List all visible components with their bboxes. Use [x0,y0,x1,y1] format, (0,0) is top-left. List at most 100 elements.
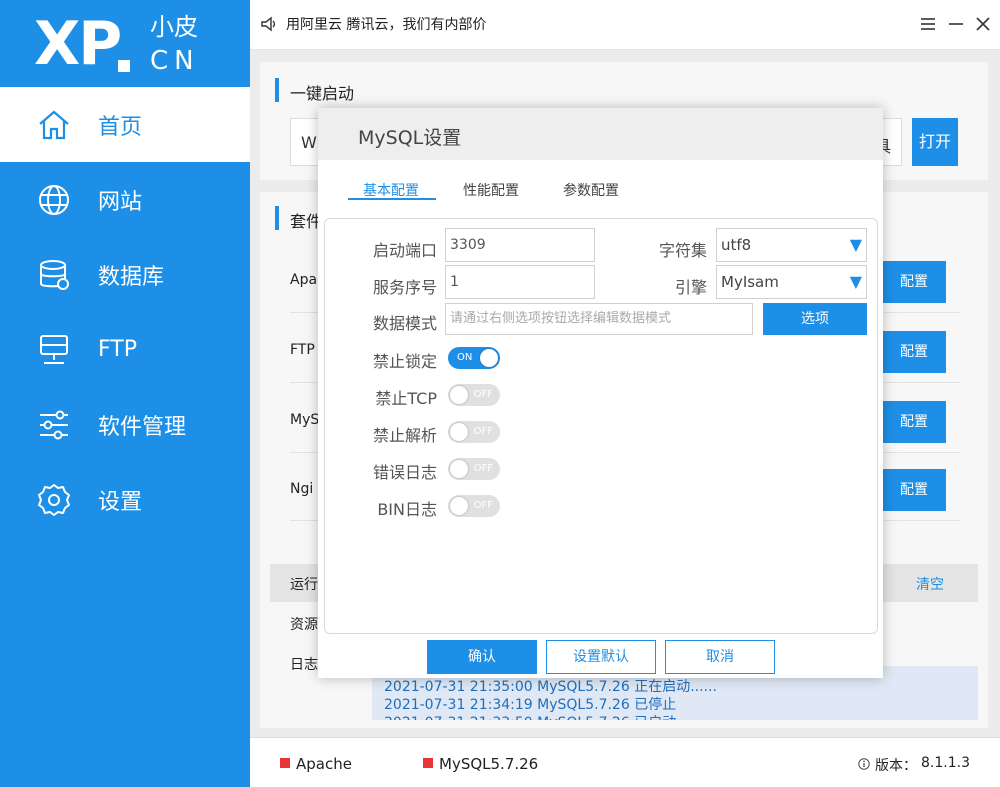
options-button[interactable]: 选项 [763,303,867,335]
sidebar: XP 小皮 CN 首页 网站 数据库 FTP 软件管理 设置 [0,0,250,787]
port-input[interactable]: 3309 [445,228,595,262]
toggle-knob [450,497,468,515]
tab-log[interactable]: 日志 [290,654,318,674]
log-line: 2021-07-31 21:35:00 MySQL5.7.26 正在启动....… [384,679,717,695]
toggle-knob [450,423,468,441]
dialog-header[interactable]: MySQL设置 [318,108,883,160]
globe-icon [39,184,69,215]
log-line: 2021-07-31 21:33:50 MySQL5.7.26 已启动 [384,712,676,720]
home-icon [39,110,69,139]
top-bar: 用阿里云 腾讯云，我们有内部价 [250,0,1000,50]
sidebar-item-settings[interactable]: 设置 [0,462,250,537]
status-bar: Apache MySQL5.7.26 版本： 8.1.1.3 [250,737,1000,787]
logo-cn: CN [150,46,200,76]
minimize-icon[interactable] [944,12,968,36]
sidebar-item-label: 网站 [98,189,143,215]
apache-status-indicator [280,758,290,768]
server-id-label: 服务序号 [372,278,437,297]
charset-value: utf8 [721,236,752,254]
menu-icon[interactable] [916,12,940,36]
sidebar-item-home[interactable]: 首页 [0,87,250,162]
notice-text[interactable]: 用阿里云 腾讯云，我们有内部价 [286,14,486,34]
info-icon [858,758,870,770]
sidebar-item-label: 设置 [98,489,143,515]
mysql-status-indicator [423,758,433,768]
monitor-icon [40,334,68,364]
set-default-button[interactable]: 设置默认 [546,640,656,674]
sidebar-item-label: 首页 [98,114,143,140]
log-line: 2021-07-31 21:34:19 MySQL5.7.26 已停止 [384,697,677,713]
sidebar-item-database[interactable]: 数据库 [0,237,250,312]
error-log-toggle[interactable]: OFF [448,458,500,480]
toggle-state-text: OFF [473,389,493,400]
clear-button[interactable]: 清空 [916,574,944,594]
speaker-icon [261,16,276,32]
config-button[interactable]: 配置 [882,401,946,443]
suite-row-label: Ngi [290,481,314,497]
cancel-button[interactable]: 取消 [665,640,775,674]
toggle-label: 禁止TCP [375,389,437,408]
engine-select[interactable]: MyIsam ▼ [716,265,867,299]
disable-tcp-toggle[interactable]: OFF [448,384,500,406]
basic-config-form: 启动端口 3309 字符集 utf8 ▼ 服务序号 1 引擎 MyIsam ▼ … [324,218,878,634]
database-icon [40,259,69,290]
toggle-state-text: OFF [473,463,493,474]
logo-dot-icon [118,60,130,72]
server-id-input[interactable]: 1 [445,265,595,299]
tab-resource[interactable]: 资源 [290,614,318,634]
quickstart-title: 一键启动 [290,84,355,103]
open-button[interactable]: 打开 [912,118,958,166]
suite-row-label: MyS [290,412,320,428]
active-tab-underline [348,198,436,200]
suite-row-label: FTP [290,342,315,358]
sidebar-item-label: FTP [98,337,137,362]
toggle-knob [480,349,498,367]
mysql-status-label: MySQL5.7.26 [439,755,539,773]
logo-zh: 小皮 [150,13,198,41]
toggle-label: 禁止解析 [372,426,437,445]
sidebar-item-software[interactable]: 软件管理 [0,387,250,462]
sidebar-item-ftp[interactable]: FTP [0,312,250,387]
gear-icon [38,483,70,516]
toggle-state-text: OFF [473,500,493,511]
sidebar-item-label: 数据库 [98,264,165,290]
apache-status-label: Apache [296,755,352,773]
config-button[interactable]: 配置 [882,261,946,303]
disable-resolve-toggle[interactable]: OFF [448,421,500,443]
mysql-settings-dialog: MySQL设置 基本配置 性能配置 参数配置 启动端口 3309 字符集 utf… [318,108,883,678]
disable-lock-toggle[interactable]: ON [448,347,500,369]
toggle-state-text: OFF [473,426,493,437]
sql-mode-input[interactable]: 请通过右侧选项按钮选择编辑数据模式 [445,303,753,335]
tab-run[interactable]: 运行 [290,574,318,594]
config-button[interactable]: 配置 [882,469,946,511]
suite-row-label: Apa [290,272,318,288]
sidebar-nav: 首页 网站 数据库 FTP 软件管理 设置 [0,87,250,537]
charset-label: 字符集 [658,241,707,260]
tab-basic-config[interactable]: 基本配置 [363,180,419,200]
version-label: 版本： [875,758,917,774]
port-label: 启动端口 [372,241,437,260]
toggle-knob [450,386,468,404]
tab-parameter-config[interactable]: 参数配置 [563,180,619,200]
engine-value: MyIsam [721,273,779,291]
chevron-down-icon: ▼ [849,235,862,254]
sql-mode-label: 数据模式 [372,314,437,333]
tab-performance-config[interactable]: 性能配置 [463,180,519,200]
config-button[interactable]: 配置 [882,331,946,373]
close-icon[interactable] [971,12,995,36]
title-accent [275,206,279,230]
sliders-icon [40,410,68,439]
toggle-label: BIN日志 [377,500,437,519]
chevron-down-icon: ▼ [849,272,862,291]
bin-log-toggle[interactable]: OFF [448,495,500,517]
charset-select[interactable]: utf8 ▼ [716,228,867,262]
sidebar-item-website[interactable]: 网站 [0,162,250,237]
engine-label: 引擎 [674,278,707,297]
title-accent [275,78,279,102]
version-value: 8.1.1.3 [921,755,970,771]
quickstart-select-text: W [301,133,317,152]
confirm-button[interactable]: 确认 [427,640,537,674]
toggle-label: 错误日志 [372,463,437,482]
dialog-title: MySQL设置 [358,127,462,149]
toggle-state-text: ON [457,352,473,363]
